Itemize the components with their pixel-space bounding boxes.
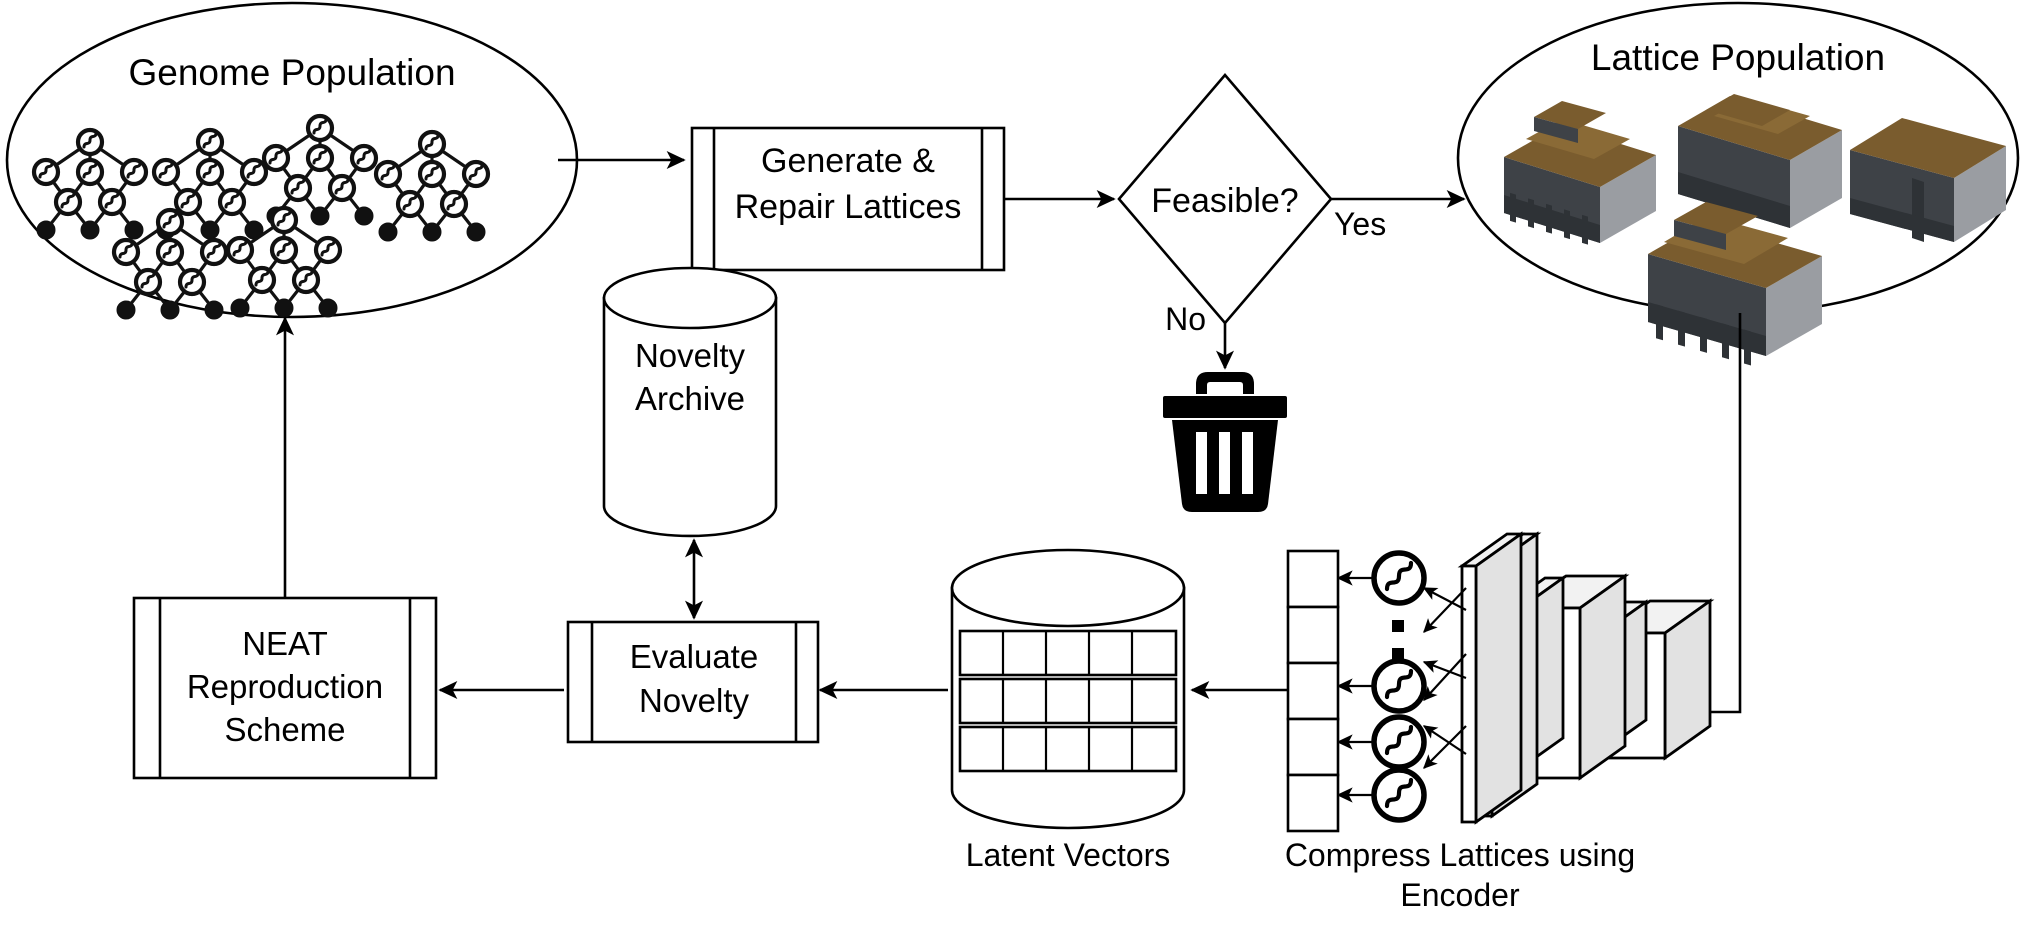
novelty-archive-top [602,266,778,330]
cnn-layer-2b-side [1578,573,1627,781]
novelty-archive-label-line1: Novelty [635,337,746,374]
encoder-cnn-stack[interactable] [1457,531,1715,825]
diagram-canvas: Genome Population Generate & Repair Latt… [0,0,2020,926]
feasible-decision-node[interactable]: Feasible? [1117,72,1333,326]
encoder-caption-line2: Encoder [1400,877,1520,913]
encoder-connection-arrows [1422,587,1467,769]
generate-repair-label-line2: Repair Lattices [735,188,962,226]
latent-cell-2 [1286,605,1340,665]
neat-reproduction-node[interactable]: NEAT Reproduction Scheme [132,596,438,780]
pipeline-diagram: Genome Population Generate & Repair Latt… [5,1,2020,913]
sigmoid-node-1 [1371,550,1427,606]
neat-reproduction-label-line1: NEAT [242,625,328,662]
novelty-archive-node[interactable]: Novelty Archive [602,266,778,538]
genome-population-node[interactable]: Genome Population [5,1,579,319]
edge-label-yes: Yes [1334,206,1386,242]
encoder-to-latent-arrows [1336,570,1374,803]
latent-cell-3 [1286,661,1340,721]
cnn-layer-1a-side [1474,531,1523,825]
latent-vectors-grid [958,629,1178,773]
evaluate-novelty-node[interactable]: Evaluate Novelty [566,620,820,744]
latent-vectors-node[interactable]: Latent Vectors [950,548,1186,873]
feasible-label: Feasible? [1151,182,1298,220]
latent-cell-4 [1286,717,1340,777]
lattice-population-node[interactable]: Lattice Population [1456,1,2020,366]
generate-repair-label-line1: Generate & [761,142,935,180]
generate-repair-lattices-node[interactable]: Generate & Repair Lattices [690,126,1006,272]
latent-cell-1 [1286,549,1340,609]
genome-population-label: Genome Population [128,52,455,93]
sigmoid-node-3 [1371,714,1427,770]
latent-vectors-caption: Latent Vectors [966,837,1171,873]
lattice-population-label: Lattice Population [1591,37,1885,78]
encoder-ellipsis-icon [1392,620,1404,660]
edge-label-no: No [1165,301,1206,337]
trash-can-icon [1163,372,1287,512]
sigmoid-node-2 [1371,658,1427,714]
latent-cell-column[interactable] [1286,549,1340,833]
evaluate-novelty-label-line1: Evaluate [630,638,758,675]
novelty-archive-label-line2: Archive [635,380,745,417]
encoder-caption-line1: Compress Lattices using [1285,837,1635,873]
sigmoid-node-4 [1371,767,1427,823]
neat-reproduction-label-line3: Scheme [224,711,345,748]
neat-reproduction-label-line2: Reproduction [187,668,383,705]
latent-vectors-top [950,548,1186,628]
latent-cell-5 [1286,773,1340,833]
evaluate-novelty-label-line2: Novelty [639,682,750,719]
cnn-layer-1a-face [1460,564,1478,824]
